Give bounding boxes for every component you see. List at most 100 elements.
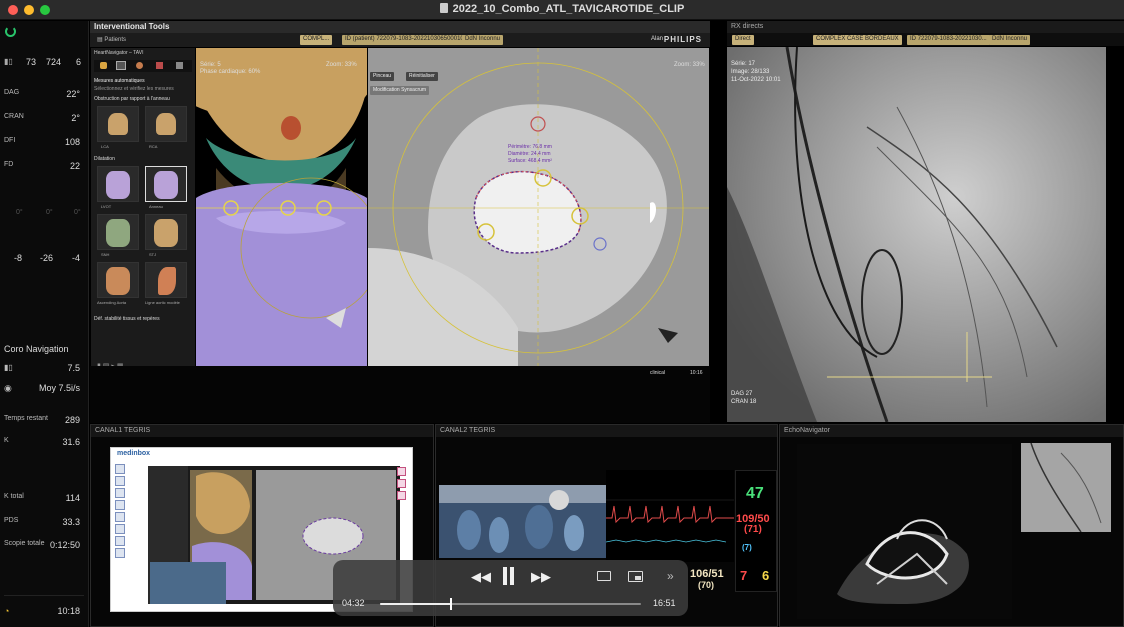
canal1-header: CANAL1 TEGRIS	[91, 425, 433, 437]
pinceau-button[interactable]: Pinceau	[370, 72, 395, 81]
thumb-snh[interactable]	[97, 214, 139, 250]
window-title-text: 2022_10_Combo_ATL_TAVICAROTIDE_CLIP	[452, 3, 685, 15]
xray-date: 11-Oct-2022 10:01	[731, 77, 781, 83]
reinitialiser-label: Réinitialiser	[409, 73, 435, 79]
echo-image[interactable]	[797, 444, 1012, 619]
thumb-stj-image	[154, 219, 178, 247]
mc-side-btn[interactable]	[115, 488, 125, 498]
xray-patient-bar: Direct COMPLEX CASE BORDEAUX ID 722079-1…	[727, 33, 1124, 46]
thumb-lca[interactable]	[97, 106, 139, 142]
echo-header: EchoNavigator	[780, 425, 1123, 437]
more-icon[interactable]: »	[667, 569, 674, 583]
thumb-rca[interactable]	[145, 106, 187, 142]
right-tool-button[interactable]	[397, 467, 406, 476]
right-tool-button[interactable]	[397, 479, 406, 488]
thumb-stj[interactable]	[145, 214, 187, 250]
modification-button[interactable]: Modification Synsacrum	[370, 86, 430, 95]
xray-direct-chip[interactable]: Direct	[732, 35, 754, 45]
vital-6: 6	[762, 568, 770, 583]
angle-cran-label: CRAN	[4, 113, 24, 120]
fast-forward-button[interactable]: ▶▶	[531, 569, 551, 585]
ecg-waveforms	[606, 470, 734, 562]
thumb-ascending-image	[106, 267, 130, 295]
canal1-title: CANAL1 TEGRIS	[95, 427, 151, 434]
progress-scrubber[interactable]	[450, 598, 453, 610]
hand-tool-icon[interactable]	[100, 62, 107, 69]
thumb-anneau-image	[154, 171, 178, 199]
ct-slice-render	[368, 48, 709, 366]
thumb-ligne-image	[158, 267, 176, 295]
thumb-lca-image	[108, 113, 128, 135]
small-mean: (7)	[742, 543, 752, 552]
view3d-phase: Phase cardiaque: 60%	[200, 69, 261, 75]
mc-side-btn[interactable]	[115, 476, 125, 486]
tab-patients[interactable]: ▤ Patients	[93, 35, 130, 44]
echo-xray-thumbnail[interactable]	[1021, 443, 1111, 532]
zero-angles-row: 0° 0° 0°	[4, 209, 84, 221]
dfi-label: DFI	[4, 137, 16, 144]
coro-navigation-title: Coro Navigation	[4, 344, 69, 354]
right-tool-button[interactable]	[397, 491, 406, 500]
arterial-bp-mean: (71)	[744, 524, 762, 535]
xray-live-image[interactable]: Série: 17 Image: 28/133 11-Oct-2022 10:0…	[727, 47, 1106, 422]
pause-button[interactable]	[501, 567, 515, 585]
stability-button[interactable]: Déf. stabilité tissus et repères	[94, 316, 160, 322]
pause-bar-left	[503, 567, 507, 585]
frame-counters: ▮▯ 73 724 6	[4, 57, 84, 69]
pds-row: PDS 33.3	[4, 517, 84, 529]
title-bar: 2022_10_Combo_ATL_TAVICAROTIDE_CLIP	[0, 0, 1124, 20]
scopie-row: Scopie totale 0:12:50	[4, 540, 84, 552]
canal2-title: CANAL2 TEGRIS	[440, 427, 496, 434]
view-tool-icon[interactable]	[116, 61, 126, 70]
reinitialiser-button[interactable]: Réinitialiser	[406, 72, 438, 81]
rewind-button[interactable]: ◀◀	[471, 569, 491, 585]
mc-side-btn[interactable]	[115, 536, 125, 546]
thumb-ascending-aorta[interactable]	[97, 262, 139, 298]
picture-in-picture-icon[interactable]	[628, 571, 643, 582]
view-ct-annulus[interactable]: Pinceau Réinitialiser Modification Synsa…	[368, 48, 709, 366]
patient-id-chip: ID (patient) 722079-1083-202210306500010…	[342, 35, 471, 45]
xray-dag: DAG 27	[731, 391, 753, 397]
mc-side-btn[interactable]	[115, 464, 125, 474]
scopie-value: 0:12:50	[49, 540, 80, 550]
stopwatch-icon: ◔	[4, 606, 10, 616]
pds-label: PDS	[4, 517, 19, 524]
mc-side-btn[interactable]	[115, 548, 125, 558]
patient-chip[interactable]: COMPL...	[300, 35, 333, 45]
thumb-lca-label: LCA	[101, 144, 109, 149]
airplay-icon[interactable]	[597, 571, 611, 581]
xray-case-label: COMPLEX CASE BORDEAUX	[816, 36, 899, 42]
settings-tool-icon[interactable]	[176, 62, 183, 69]
ct-measure-area: Surface: 468.4 mm²	[508, 158, 552, 164]
zero-angle-1: 0°	[16, 209, 23, 216]
moy-row: ◉ Moy 7.5i/s	[4, 383, 84, 395]
progress-bar[interactable]	[380, 598, 641, 610]
view3d-zoom: Zoom: 33%	[326, 62, 357, 68]
window-title: 2022_10_Combo_ATL_TAVICAROTIDE_CLIP	[0, 3, 1124, 15]
heart-rate: 47	[746, 485, 764, 502]
tab-patients-label: Patients	[104, 37, 127, 43]
clock-value: 10:18	[57, 606, 80, 616]
thumb-rca-label: RCA	[149, 144, 158, 149]
medinbox-right-tools	[397, 464, 409, 524]
thumb-lvot[interactable]	[97, 166, 139, 202]
table-position-row: -8 -26 -4	[4, 253, 84, 265]
angiography-render	[727, 47, 1106, 422]
thumb-ligne-aortic[interactable]	[145, 262, 187, 298]
angle-dag-label: DAG	[4, 89, 20, 96]
temps-value: 289	[64, 415, 80, 425]
counter-1: 73	[26, 57, 37, 67]
xray-image-number: Image: 28/133	[731, 69, 770, 75]
operating-room-video	[439, 485, 606, 558]
angle-dag-value: 22°	[66, 89, 80, 99]
heart-tool-icon[interactable]	[136, 62, 143, 69]
thumb-anneau[interactable]	[145, 166, 187, 202]
mc-side-btn[interactable]	[115, 512, 125, 522]
view-3d-reconstruction[interactable]: Série: 5 Phase cardiaque: 60% Zoom: 33%	[196, 48, 367, 366]
video-player-controls: ◀◀ ▶▶ » 04:32 16:51	[333, 560, 688, 616]
thumb-anneau-label: Anneau	[149, 204, 163, 209]
marker-tool-icon[interactable]	[156, 62, 163, 69]
mc-side-btn[interactable]	[115, 524, 125, 534]
frame-rate-icon: ▮▯	[4, 363, 13, 372]
mc-side-btn[interactable]	[115, 500, 125, 510]
